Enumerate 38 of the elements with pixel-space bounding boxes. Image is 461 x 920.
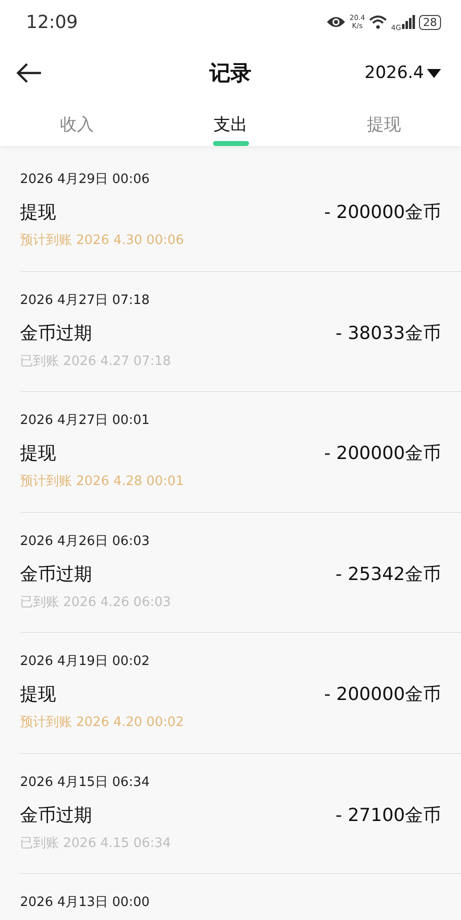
tab[interactable]: 支出	[154, 102, 308, 146]
wifi-icon	[369, 15, 388, 29]
record-status: 已到账 2026 4.15 06:34	[20, 834, 172, 852]
signal-icon	[402, 15, 415, 29]
record-amount: - 27100金币	[336, 804, 441, 826]
record-date: 2026 4月13日 00:00	[20, 894, 151, 911]
record-status: 已到账 2026 4.27 07:18	[20, 352, 172, 370]
back-arrow-icon	[16, 63, 42, 83]
record-date: 2026 4月19日 00:02	[20, 653, 151, 670]
battery-level: 28	[419, 14, 441, 30]
record-title: 金币过期	[20, 562, 92, 586]
record-title: 金币过期	[20, 804, 92, 826]
eye-icon	[326, 15, 346, 29]
record-date: 2026 4月15日 06:34	[20, 774, 151, 790]
page-title: 记录	[210, 60, 252, 87]
dropdown-caret-icon	[427, 68, 441, 78]
record-status: 预计到账 2026 4.30 00:06	[20, 232, 185, 249]
record-date: 2026 4月29日 00:06	[20, 171, 151, 188]
tab[interactable]: 收入	[0, 102, 154, 146]
record-title: 提现	[20, 201, 56, 224]
record-amount: - 200000金币	[324, 201, 441, 224]
tab[interactable]: 提现	[307, 102, 461, 146]
record-amount: - 200000金币	[324, 442, 441, 465]
record-amount: - 200000金币	[324, 683, 441, 706]
record-date: 2026 4月26日 06:03	[20, 532, 151, 550]
record-amount: - 38033金币	[336, 322, 441, 344]
record-title: 提现	[20, 683, 56, 706]
record-date: 2026 4月27日 07:18	[20, 292, 151, 308]
record-status: 预计到账 2026 4.28 00:01	[20, 473, 185, 490]
month-picker[interactable]: 2026.4	[364, 63, 441, 83]
record-amount: - 25342金币	[336, 562, 441, 586]
record-date: 2026 4月27日 00:01	[20, 412, 151, 429]
record-title: 金币过期	[20, 322, 92, 344]
status-time: 12:09	[26, 12, 78, 32]
record-status: 已到账 2026 4.26 06:03	[20, 594, 172, 610]
back-button[interactable]	[14, 61, 44, 85]
record-status: 预计到账 2026 4.20 00:02	[20, 714, 185, 731]
record-title: 提现	[20, 442, 56, 465]
